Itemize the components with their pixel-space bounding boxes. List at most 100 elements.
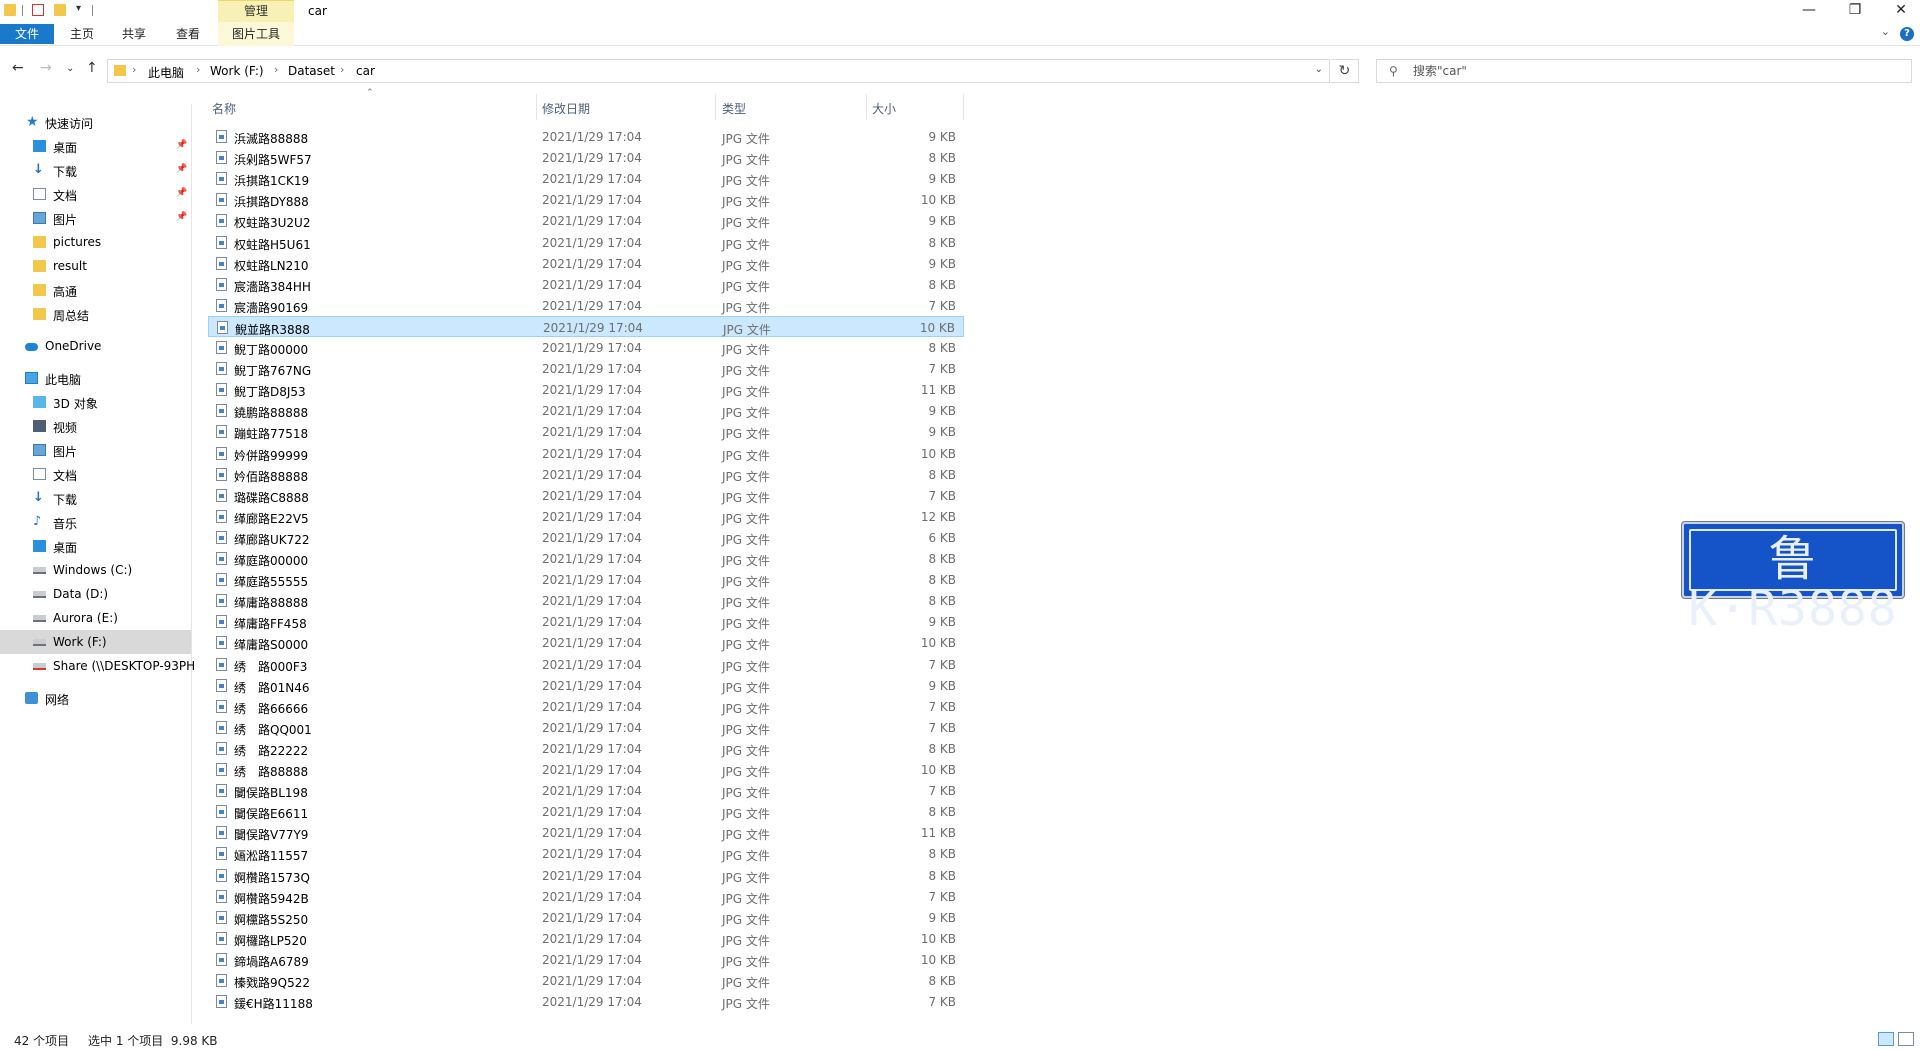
file-row[interactable]: 闄俣路BL198 2021/1/29 17:04 JPG 文件 7 KB	[208, 780, 964, 801]
sidebar-item-pc-9[interactable]: Aurora (E:)	[0, 606, 191, 630]
file-row[interactable]: 缂廊路UK722 2021/1/29 17:04 JPG 文件 6 KB	[208, 527, 964, 548]
file-row[interactable]: 绣 路01N46 2021/1/29 17:04 JPG 文件 9 KB	[208, 675, 964, 696]
tab-file[interactable]: 文件	[0, 24, 54, 44]
file-row[interactable]: 鍰€H路11188 2021/1/29 17:04 JPG 文件 7 KB	[208, 991, 964, 1012]
file-row[interactable]: 浜掑路DY888 2021/1/29 17:04 JPG 文件 10 KB	[208, 189, 964, 210]
file-row[interactable]: 绣 路88888 2021/1/29 17:04 JPG 文件 10 KB	[208, 759, 964, 780]
tab-view[interactable]: 查看	[176, 25, 200, 43]
file-row[interactable]: 绣 路66666 2021/1/29 17:04 JPG 文件 7 KB	[208, 696, 964, 717]
file-row[interactable]: 婀欑路5942B 2021/1/29 17:04 JPG 文件 7 KB	[208, 886, 964, 907]
breadcrumb-car[interactable]: car	[356, 64, 375, 78]
file-row[interactable]: 鲵丁路00000 2021/1/29 17:04 JPG 文件 8 KB	[208, 337, 964, 358]
sidebar-item-pc-11[interactable]: Share (\\DESKTOP-93PH	[0, 654, 195, 678]
sidebar-item-pc-2[interactable]: 图片	[0, 438, 191, 462]
file-row[interactable]: 权蛀路3U2U2 2021/1/29 17:04 JPG 文件 9 KB	[208, 210, 964, 231]
file-row[interactable]: 璐碟路C8888 2021/1/29 17:04 JPG 文件 7 KB	[208, 485, 964, 506]
file-row[interactable]: 鍗堝路A6789 2021/1/29 17:04 JPG 文件 10 KB	[208, 949, 964, 970]
up-arrow-icon[interactable]: ↑	[86, 60, 98, 76]
breadcrumb-chevron-icon[interactable]: ›	[196, 63, 200, 76]
tab-picture-tools[interactable]: 图片工具	[218, 22, 294, 46]
breadcrumb-chevron-icon[interactable]: ›	[340, 63, 344, 76]
sidebar-item-quick-access[interactable]: ★ 快速访问	[0, 110, 191, 134]
tab-share[interactable]: 共享	[122, 25, 146, 43]
file-row[interactable]: 鐃鹏路88888 2021/1/29 17:04 JPG 文件 9 KB	[208, 400, 964, 421]
sidebar-item-quick-4[interactable]: pictures	[0, 230, 191, 254]
back-arrow-icon[interactable]: ←	[12, 60, 24, 76]
sidebar-item-pc-0[interactable]: 3D 对象	[0, 390, 191, 414]
pin-icon[interactable]: 📌	[176, 140, 187, 150]
close-button[interactable]: ✕	[1878, 0, 1920, 22]
file-row[interactable]: 权蛀路LN210 2021/1/29 17:04 JPG 文件 9 KB	[208, 253, 964, 274]
sidebar-item-quick-0[interactable]: 桌面 📌	[0, 134, 191, 158]
properties-icon[interactable]	[32, 4, 44, 16]
file-row[interactable]: 缂庸路FF458 2021/1/29 17:04 JPG 文件 9 KB	[208, 611, 964, 632]
file-row[interactable]: 宸濇路384HH 2021/1/29 17:04 JPG 文件 8 KB	[208, 274, 964, 295]
file-row[interactable]: 妗佰路88888 2021/1/29 17:04 JPG 文件 8 KB	[208, 464, 964, 485]
column-divider[interactable]	[963, 94, 964, 120]
file-row[interactable]: 闄俣路V77Y9 2021/1/29 17:04 JPG 文件 11 KB	[208, 822, 964, 843]
sidebar-item-quick-7[interactable]: 周总结	[0, 302, 191, 326]
recent-locations-icon[interactable]: ⌄	[66, 63, 74, 74]
quick-access-dropdown-icon[interactable]: ▾	[76, 3, 81, 14]
sidebar-item-quick-5[interactable]: result	[0, 254, 191, 278]
sidebar-item-pc-5[interactable]: ♪ 音乐	[0, 510, 191, 534]
file-row[interactable]: 鲵丁路D8J53 2021/1/29 17:04 JPG 文件 11 KB	[208, 379, 964, 400]
address-bar[interactable]: › 此电脑 › Work (F:) › Dataset › car ⌄	[107, 59, 1330, 83]
ribbon-expand-icon[interactable]: ⌄	[1881, 25, 1890, 38]
column-header-size[interactable]: 大小	[867, 94, 963, 120]
file-row[interactable]: 缂庭路00000 2021/1/29 17:04 JPG 文件 8 KB	[208, 548, 964, 569]
pin-icon[interactable]: 📌	[176, 164, 187, 174]
file-row[interactable]: 浜掑路1CK19 2021/1/29 17:04 JPG 文件 9 KB	[208, 168, 964, 189]
forward-arrow-icon[interactable]: →	[40, 60, 52, 76]
file-row[interactable]: 婳淞路11557 2021/1/29 17:04 JPG 文件 8 KB	[208, 843, 964, 864]
file-row[interactable]: 闄俣路E6611 2021/1/29 17:04 JPG 文件 8 KB	[208, 801, 964, 822]
breadcrumb-this-pc[interactable]: 此电脑	[148, 64, 184, 81]
column-header-date[interactable]: 修改日期	[537, 94, 715, 120]
sidebar-item-quick-1[interactable]: ↓ 下载 📌	[0, 158, 191, 182]
file-row[interactable]: 妗併路99999 2021/1/29 17:04 JPG 文件 10 KB	[208, 443, 964, 464]
sidebar-item-pc-10[interactable]: Work (F:)	[0, 630, 191, 654]
help-icon[interactable]: ?	[1900, 27, 1914, 41]
sidebar-item-quick-3[interactable]: 图片 📌	[0, 206, 191, 230]
file-row[interactable]: 绣 路22222 2021/1/29 17:04 JPG 文件 8 KB	[208, 738, 964, 759]
sidebar-item-pc-4[interactable]: ↓ 下载	[0, 486, 191, 510]
file-row[interactable]: 婀欏路LP520 2021/1/29 17:04 JPG 文件 10 KB	[208, 928, 964, 949]
file-row[interactable]: 蹦蛀路77518 2021/1/29 17:04 JPG 文件 9 KB	[208, 421, 964, 442]
sidebar-item-quick-2[interactable]: 文档 📌	[0, 182, 191, 206]
breadcrumb-work-drive[interactable]: Work (F:)	[210, 64, 264, 78]
sidebar-item-pc-3[interactable]: 文档	[0, 462, 191, 486]
breadcrumb-chevron-icon[interactable]: ›	[274, 63, 278, 76]
file-row[interactable]: 鲵並路R3888 2021/1/29 17:04 JPG 文件 10 KB	[208, 315, 964, 337]
file-row[interactable]: 缂廊路E22V5 2021/1/29 17:04 JPG 文件 12 KB	[208, 506, 964, 527]
file-row[interactable]: 绣 路000F3 2021/1/29 17:04 JPG 文件 7 KB	[208, 654, 964, 675]
file-row[interactable]: 缂庭路55555 2021/1/29 17:04 JPG 文件 8 KB	[208, 569, 964, 590]
large-icons-view-icon[interactable]	[1898, 1032, 1914, 1046]
column-header-name[interactable]: 名称	[208, 94, 536, 120]
refresh-icon[interactable]: ↻	[1331, 59, 1359, 83]
breadcrumb-dataset[interactable]: Dataset	[288, 64, 335, 78]
manage-context-tab[interactable]: 管理	[218, 0, 294, 22]
pin-icon[interactable]: 📌	[176, 188, 187, 198]
tab-home[interactable]: 主页	[70, 25, 94, 43]
sidebar-item-pc-6[interactable]: 桌面	[0, 534, 191, 558]
sidebar-item-pc-8[interactable]: Data (D:)	[0, 582, 191, 606]
file-row[interactable]: 缂庸路88888 2021/1/29 17:04 JPG 文件 8 KB	[208, 590, 964, 611]
sidebar-item-network[interactable]: 网络	[0, 686, 191, 710]
file-row[interactable]: 缂庸路S0000 2021/1/29 17:04 JPG 文件 10 KB	[208, 632, 964, 653]
breadcrumb-chevron-icon[interactable]: ›	[132, 63, 136, 76]
new-folder-icon[interactable]	[54, 4, 66, 16]
file-row[interactable]: 浜剁路5WF57 2021/1/29 17:04 JPG 文件 8 KB	[208, 147, 964, 168]
sidebar-item-quick-6[interactable]: 高通	[0, 278, 191, 302]
address-dropdown-icon[interactable]: ⌄	[1315, 64, 1323, 75]
file-row[interactable]: 榛戣路9Q522 2021/1/29 17:04 JPG 文件 8 KB	[208, 970, 964, 991]
sidebar-item-pc-7[interactable]: Windows (C:)	[0, 558, 191, 582]
file-row[interactable]: 鲵丁路767NG 2021/1/29 17:04 JPG 文件 7 KB	[208, 358, 964, 379]
file-row[interactable]: 绣 路QQ001 2021/1/29 17:04 JPG 文件 7 KB	[208, 717, 964, 738]
file-row[interactable]: 婀欓路5S250 2021/1/29 17:04 JPG 文件 9 KB	[208, 907, 964, 928]
sidebar-item-pc-1[interactable]: 视频	[0, 414, 191, 438]
search-box[interactable]: ⚲	[1376, 59, 1912, 83]
sidebar-item-onedrive[interactable]: OneDrive	[0, 334, 191, 358]
search-input[interactable]	[1413, 63, 1893, 79]
pin-icon[interactable]: 📌	[176, 212, 187, 222]
minimize-button[interactable]: —	[1786, 0, 1832, 22]
